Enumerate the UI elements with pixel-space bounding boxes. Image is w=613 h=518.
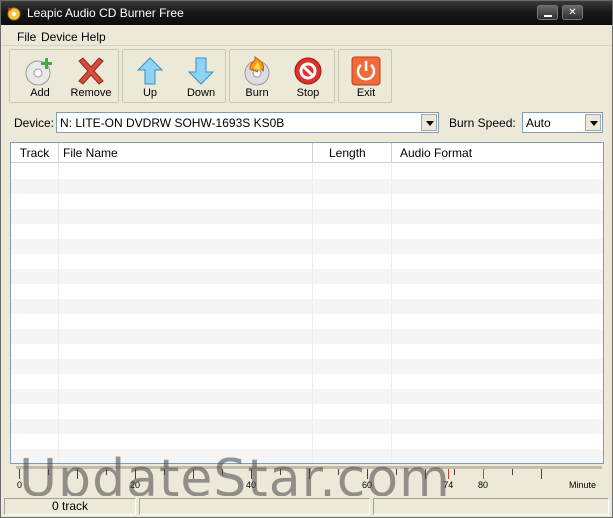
burn-speed-label: Burn Speed: xyxy=(449,116,516,130)
burn-button[interactable]: Burn xyxy=(230,50,284,102)
track-list[interactable]: Track File Name Length Audio Format xyxy=(10,142,604,464)
table-row[interactable] xyxy=(11,194,603,209)
exit-label: Exit xyxy=(356,87,376,99)
app-icon xyxy=(7,7,21,21)
ruler-marker-80 xyxy=(483,469,484,479)
ruler-unit-label: Minute xyxy=(569,480,597,490)
track-list-body[interactable] xyxy=(11,164,603,463)
up-label: Up xyxy=(142,87,158,99)
ruler-label: 80 xyxy=(478,480,489,490)
table-row[interactable] xyxy=(11,419,603,434)
table-row[interactable] xyxy=(11,284,603,299)
table-row[interactable] xyxy=(11,254,603,269)
table-row[interactable] xyxy=(11,434,603,449)
stop-icon xyxy=(294,57,322,85)
status-pane-3 xyxy=(373,498,609,515)
burn-label: Burn xyxy=(245,87,269,99)
close-icon: ✕ xyxy=(568,7,577,18)
column-file-name[interactable]: File Name xyxy=(59,143,313,163)
burn-speed-value: Auto xyxy=(526,116,551,130)
table-row[interactable] xyxy=(11,374,603,389)
ruler-tick xyxy=(454,469,455,475)
column-track[interactable]: Track xyxy=(11,143,59,163)
burn-disc-icon xyxy=(244,55,270,86)
table-row[interactable] xyxy=(11,239,603,254)
status-track-count: 0 track xyxy=(4,498,136,515)
stop-label: Stop xyxy=(296,87,320,99)
toolbar-group-order: Up Down xyxy=(122,49,226,103)
menu-help[interactable]: Help xyxy=(81,30,106,44)
toolbar-group-file: Add Remove xyxy=(9,49,119,103)
app-window: Leapic Audio CD Burner Free ✕ File Devic… xyxy=(0,0,613,518)
toolbar-group-burn: Burn Stop xyxy=(229,49,335,103)
column-divider xyxy=(312,164,313,463)
remove-x-icon xyxy=(78,57,104,85)
table-row[interactable] xyxy=(11,359,603,374)
device-select-value: N: LITE-ON DVDRW SOHW-1693S KS0B xyxy=(60,116,285,130)
table-row[interactable] xyxy=(11,404,603,419)
add-button[interactable]: Add xyxy=(13,50,67,102)
table-row[interactable] xyxy=(11,329,603,344)
menu-device[interactable]: Device xyxy=(41,30,78,44)
menu-bar: File Device Help xyxy=(1,26,612,46)
table-row[interactable] xyxy=(11,344,603,359)
stop-button[interactable]: Stop xyxy=(281,50,335,102)
table-row[interactable] xyxy=(11,209,603,224)
burn-speed-select[interactable]: Auto xyxy=(522,112,603,133)
toolbar-group-exit: Exit xyxy=(338,49,392,103)
minimize-button[interactable] xyxy=(537,5,558,20)
table-row[interactable] xyxy=(11,314,603,329)
device-row: Device: N: LITE-ON DVDRW SOHW-1693S KS0B… xyxy=(1,111,612,135)
device-label: Device: xyxy=(14,116,55,130)
menu-file[interactable]: File xyxy=(17,30,36,44)
power-icon xyxy=(351,56,381,86)
column-divider xyxy=(391,164,392,463)
chevron-down-icon[interactable] xyxy=(585,114,601,131)
add-disc-icon xyxy=(25,58,52,86)
table-row[interactable] xyxy=(11,299,603,314)
column-divider xyxy=(58,164,59,463)
arrow-down-icon xyxy=(187,57,215,85)
ruler-tick xyxy=(512,469,513,475)
status-pane-2 xyxy=(139,498,370,515)
add-label: Add xyxy=(30,87,50,99)
ruler-tick xyxy=(541,469,542,479)
table-row[interactable] xyxy=(11,164,603,179)
minimize-icon xyxy=(543,15,552,17)
track-list-header: Track File Name Length Audio Format xyxy=(11,143,603,163)
column-length[interactable]: Length xyxy=(313,143,392,163)
down-label: Down xyxy=(186,87,216,99)
table-row[interactable] xyxy=(11,224,603,239)
table-row[interactable] xyxy=(11,389,603,404)
toolbar: Add Remove Up Down Burn Stop Exit xyxy=(4,49,609,103)
device-select[interactable]: N: LITE-ON DVDRW SOHW-1693S KS0B xyxy=(56,112,439,133)
remove-button[interactable]: Remove xyxy=(64,50,118,102)
table-row[interactable] xyxy=(11,269,603,284)
up-button[interactable]: Up xyxy=(123,50,177,102)
status-bar: 0 track xyxy=(1,496,612,517)
close-button[interactable]: ✕ xyxy=(562,5,583,20)
column-audio-format[interactable]: Audio Format xyxy=(392,143,603,163)
remove-label: Remove xyxy=(70,87,112,99)
table-row[interactable] xyxy=(11,179,603,194)
arrow-up-icon xyxy=(136,57,164,85)
chevron-down-icon[interactable] xyxy=(421,114,437,131)
down-button[interactable]: Down xyxy=(174,50,228,102)
exit-button[interactable]: Exit xyxy=(339,50,393,102)
window-title: Leapic Audio CD Burner Free xyxy=(27,6,184,20)
title-bar[interactable]: Leapic Audio CD Burner Free ✕ xyxy=(1,1,612,25)
